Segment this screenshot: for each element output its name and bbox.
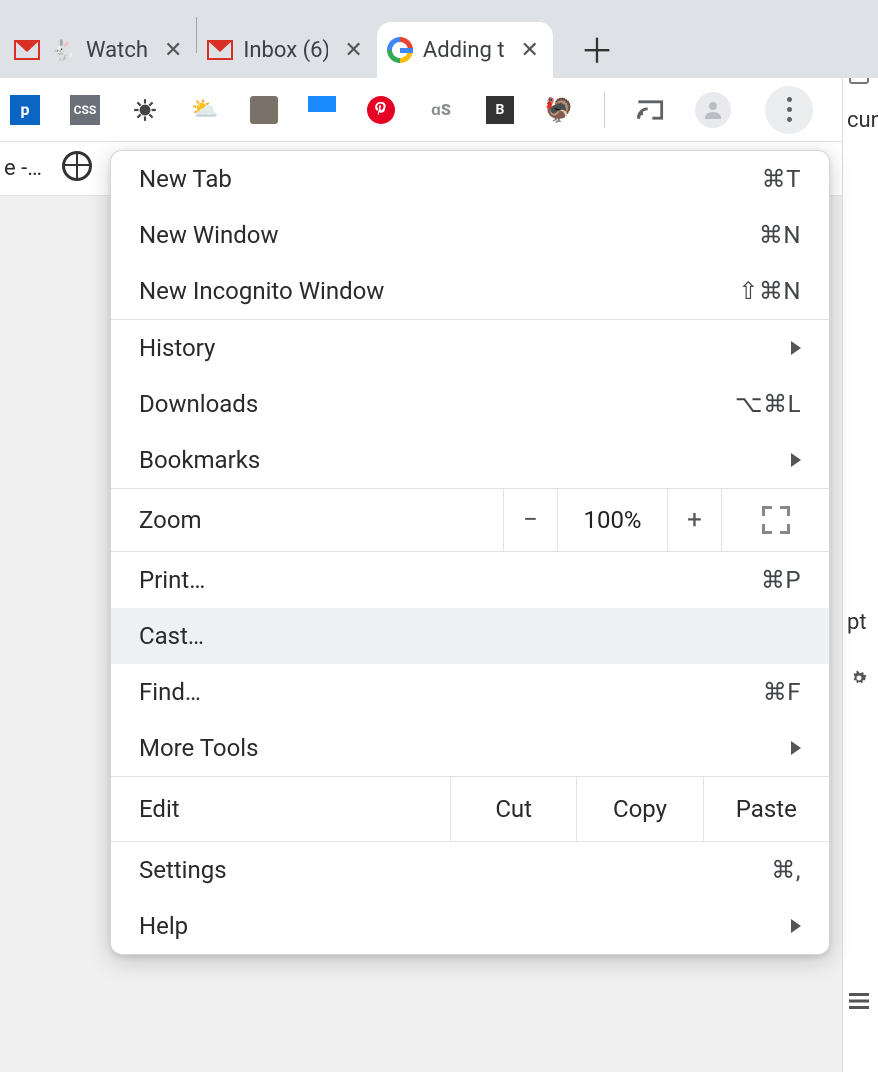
tab-title: Watch (86, 38, 148, 63)
zoom-value: 100% (557, 489, 667, 551)
menu-edit-row: Edit Cut Copy Paste (111, 776, 829, 842)
menu-more-tools[interactable]: More Tools (111, 720, 829, 776)
menu-shortcut: ⌘N (759, 221, 801, 249)
menu-new-incognito[interactable]: New Incognito Window ⇧⌘N (111, 263, 829, 319)
gmail-icon (207, 37, 233, 63)
menu-bookmarks[interactable]: Bookmarks (111, 432, 829, 488)
fullscreen-button[interactable] (721, 489, 829, 551)
chrome-main-menu: New Tab ⌘T New Window ⌘N New Incognito W… (110, 150, 830, 955)
tab-strip: 🐇 Watch ✕ Inbox (6) ✕ Adding t ✕ ＋ (0, 0, 878, 78)
close-icon[interactable]: ✕ (344, 38, 362, 63)
pinterest-icon[interactable] (366, 95, 396, 125)
menu-history[interactable]: History (111, 320, 829, 376)
extension-css-icon[interactable]: CSS (70, 95, 100, 125)
tab-title: Adding t (423, 38, 505, 63)
page-favicon: 🐇 (50, 37, 76, 63)
menu-label: Find… (139, 678, 201, 706)
edit-copy-button[interactable]: Copy (577, 777, 703, 841)
gear-icon (849, 668, 869, 694)
tab-watch[interactable]: 🐇 Watch ✕ (4, 22, 196, 78)
profile-avatar[interactable] (695, 92, 731, 128)
edit-paste-button[interactable]: Paste (704, 777, 829, 841)
chevron-right-icon (791, 453, 801, 467)
bg-text: cun (847, 108, 878, 133)
menu-shortcut: ⌘T (762, 165, 801, 193)
chevron-right-icon (791, 919, 801, 933)
menu-label: Bookmarks (139, 446, 260, 474)
extension-weather-icon[interactable]: ⛅ (190, 95, 220, 125)
bg-text: pt (847, 610, 867, 635)
extension-p-icon[interactable]: p (10, 95, 40, 125)
menu-label: Downloads (139, 390, 258, 418)
menu-new-window[interactable]: New Window ⌘N (111, 207, 829, 263)
menu-label: Cast… (139, 622, 204, 650)
chevron-right-icon (791, 741, 801, 755)
menu-help[interactable]: Help (111, 898, 829, 954)
tab-title: Inbox (6) (243, 38, 328, 63)
toolbar-divider (604, 92, 605, 128)
lastfm-icon[interactable]: ɑS (426, 95, 456, 125)
gmail-icon (14, 37, 40, 63)
google-icon (387, 37, 413, 63)
menu-shortcut: ⌥⌘L (735, 390, 801, 418)
tab-inbox[interactable]: Inbox (6) ✕ (197, 22, 376, 78)
extension-turkey-icon[interactable]: 🦃 (544, 95, 574, 125)
background-right-strip: cun pt (842, 0, 878, 1072)
cast-icon[interactable] (635, 95, 665, 125)
edit-cut-button[interactable]: Cut (451, 777, 577, 841)
menu-new-tab[interactable]: New Tab ⌘T (111, 151, 829, 207)
edit-label: Edit (111, 777, 451, 841)
menu-label: Help (139, 912, 188, 940)
extension-bb-icon[interactable]: B (486, 96, 514, 124)
new-tab-button[interactable]: ＋ (573, 24, 621, 72)
hamburger-icon (849, 990, 869, 1015)
menu-find[interactable]: Find… ⌘F (111, 664, 829, 720)
extensions-toolbar: p CSS ⛅ ɑS B 🦃 (0, 78, 878, 142)
close-icon[interactable]: ✕ (521, 38, 539, 63)
menu-label: Print… (139, 566, 205, 594)
zoom-out-button[interactable]: − (503, 489, 557, 551)
menu-shortcut: ⌘P (761, 566, 801, 594)
vertical-dots-icon (787, 97, 792, 122)
menu-print[interactable]: Print… ⌘P (111, 552, 829, 608)
kebab-menu-button[interactable] (765, 86, 813, 134)
extension-notes-icon[interactable] (250, 96, 278, 124)
menu-label: New Tab (139, 165, 232, 193)
menu-label: History (139, 334, 215, 362)
menu-label: New Incognito Window (139, 277, 384, 305)
menu-settings[interactable]: Settings ⌘, (111, 842, 829, 898)
bookmark-fragment[interactable]: e -… (4, 156, 42, 181)
tab-adding-active[interactable]: Adding t ✕ (377, 22, 553, 78)
chevron-right-icon (791, 341, 801, 355)
menu-shortcut: ⇧⌘N (738, 277, 801, 305)
fullscreen-icon (762, 506, 790, 534)
menu-shortcut: ⌘, (771, 856, 801, 884)
zoom-in-button[interactable]: + (667, 489, 721, 551)
menu-cast[interactable]: Cast… (111, 608, 829, 664)
globe-icon[interactable] (62, 151, 92, 187)
menu-zoom-row: Zoom − 100% + (111, 488, 829, 552)
close-icon[interactable]: ✕ (164, 38, 182, 63)
menu-label: More Tools (139, 734, 259, 762)
menu-downloads[interactable]: Downloads ⌥⌘L (111, 376, 829, 432)
zoom-label: Zoom (111, 506, 503, 534)
extension-window-icon[interactable] (308, 96, 336, 124)
menu-label: Settings (139, 856, 227, 884)
menu-shortcut: ⌘F (763, 678, 801, 706)
menu-label: New Window (139, 221, 278, 249)
extension-bug-icon[interactable] (130, 95, 160, 125)
